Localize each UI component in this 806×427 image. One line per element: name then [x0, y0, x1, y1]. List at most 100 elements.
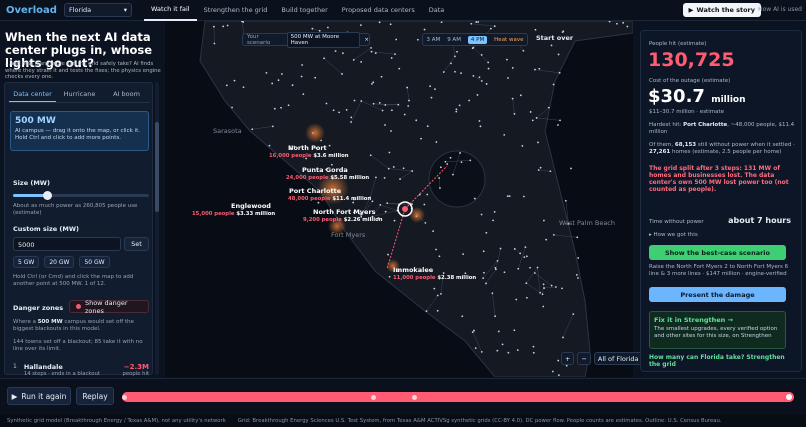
tab-ai-boom[interactable]: AI boom — [103, 87, 150, 102]
danger-zones-label: Danger zones — [13, 304, 64, 312]
substation-node — [487, 67, 490, 70]
zoom-in-button[interactable]: + — [561, 352, 575, 365]
substation-node — [493, 210, 496, 213]
substation-node — [557, 359, 560, 362]
scenario-value[interactable]: 500 MW at Moore Haven — [286, 31, 361, 48]
substation-node — [374, 52, 377, 55]
timeline-step-marker[interactable] — [412, 395, 417, 400]
set-button[interactable]: Set — [124, 237, 149, 251]
substation-node — [533, 272, 536, 274]
substation-node — [360, 61, 363, 63]
left-panel: When the next AI data center plugs in, w… — [0, 21, 165, 377]
close-icon[interactable]: × — [364, 37, 369, 43]
how-ai-used-link[interactable]: How AI is used — [758, 6, 802, 13]
tab-watch-it-fail[interactable]: Watch it fail — [144, 0, 197, 21]
brand-logo[interactable]: Overload — [6, 5, 57, 16]
substation-node — [444, 160, 447, 163]
left-scrollbar[interactable] — [155, 82, 159, 375]
how-we-got-this-toggle[interactable]: ▸ How we got this — [649, 232, 698, 238]
substation-node — [557, 374, 560, 377]
substation-node — [280, 106, 282, 109]
tab-data-center[interactable]: Data center — [9, 87, 56, 102]
substation-node — [557, 124, 559, 126]
substation-node — [496, 349, 499, 352]
start-over-button[interactable]: Start over — [536, 34, 573, 42]
substation-node — [557, 53, 560, 56]
play-icon: ▶ — [688, 6, 694, 14]
substation-node — [575, 274, 578, 276]
substation-node — [311, 27, 314, 30]
timeline-step-marker[interactable] — [122, 395, 127, 400]
substation-node — [545, 238, 548, 241]
scenario-bar: Your scenario 500 MW at Moore Haven × — [242, 31, 370, 48]
preset-50gw[interactable]: 50 GW — [79, 256, 110, 268]
substation-node — [407, 105, 410, 107]
substation-node — [378, 21, 381, 24]
all-of-florida-button[interactable]: All of Florida — [593, 352, 643, 365]
substation-node — [406, 86, 409, 89]
substation-node — [370, 46, 372, 49]
timeline-track[interactable] — [122, 392, 794, 402]
tab-build-together[interactable]: Build together — [274, 0, 334, 21]
timeline-handle[interactable] — [784, 392, 794, 402]
time-3am[interactable]: 3 AM — [426, 37, 440, 43]
tab-proposed-data-centers[interactable]: Proposed data centers — [335, 0, 422, 21]
time-9am[interactable]: 9 AM — [447, 37, 461, 43]
substation-node — [531, 119, 534, 122]
run-again-button[interactable]: ▶ Run it again — [7, 387, 71, 405]
tab-hurricane[interactable]: Hurricane — [56, 87, 103, 102]
substation-node — [440, 21, 443, 24]
substation-node — [542, 283, 545, 286]
size-slider-handle[interactable] — [43, 191, 52, 200]
substation-node — [535, 117, 538, 119]
substation-node — [350, 121, 352, 123]
substation-node — [384, 124, 386, 126]
footer-credits: Grid: Breakthrough Energy Sciences U.S. … — [237, 417, 722, 424]
grid-map[interactable]: North Port 16,000 people $3.6 million Pu… — [165, 21, 633, 377]
tab-data[interactable]: Data — [422, 0, 452, 21]
tab-strengthen[interactable]: Strengthen the grid — [197, 0, 275, 21]
substation-node — [492, 219, 494, 222]
best-case-button[interactable]: Show the best-case scenario — [649, 245, 786, 260]
substation-node — [519, 94, 522, 97]
cost-label: Cost of the outage (estimate) — [649, 78, 731, 84]
substation-node — [394, 53, 396, 56]
outage-glow — [305, 123, 325, 143]
present-damage-button[interactable]: Present the damage — [649, 287, 786, 302]
left-scrollbar-thumb[interactable] — [155, 122, 159, 212]
replay-button[interactable]: Replay — [76, 387, 114, 405]
size-slider[interactable] — [13, 191, 149, 200]
substation-node — [503, 134, 506, 136]
substation-node — [371, 200, 374, 203]
substation-node — [390, 130, 392, 132]
list-item[interactable]: 1 Hallandale 14 steps · ends in a blacko… — [13, 363, 149, 377]
substation-node — [538, 67, 541, 70]
data-center-token[interactable]: 500 MW AI campus — drag it onto the map,… — [10, 111, 149, 151]
fix-title: Fix it in Strengthen → — [654, 316, 734, 324]
time-heat-wave[interactable]: Heat wave — [494, 37, 523, 43]
preset-5gw[interactable]: 5 GW — [13, 256, 40, 268]
how-many-link[interactable]: How many can Florida take? Strengthen th… — [649, 354, 795, 368]
substation-node — [384, 210, 387, 213]
city-label: Punta Gorda — [302, 166, 348, 174]
zoom-out-button[interactable]: − — [577, 352, 591, 365]
city-stats: 16,000 people $3.6 million — [269, 153, 349, 159]
substation-node — [442, 272, 445, 274]
substation-node — [325, 102, 328, 105]
map-canvas[interactable] — [165, 21, 633, 377]
substation-node — [381, 109, 384, 112]
show-danger-zones-button[interactable]: Show danger zones — [69, 299, 149, 315]
substation-node — [485, 83, 488, 85]
time-4pm[interactable]: 4 PM — [467, 35, 488, 44]
substation-node — [480, 80, 483, 82]
fix-in-strengthen-card[interactable]: Fix it in Strengthen → The smallest upgr… — [649, 311, 786, 349]
substation-node — [464, 272, 467, 275]
substation-node — [485, 231, 488, 234]
substation-node — [416, 38, 419, 41]
timeline-step-marker[interactable] — [371, 395, 376, 400]
custom-size-input[interactable]: 5000 — [13, 237, 121, 251]
preset-20gw[interactable]: 20 GW — [44, 256, 75, 268]
watch-story-button[interactable]: ▶ Watch the story — [682, 3, 761, 17]
substation-node — [480, 350, 483, 353]
state-select[interactable]: Florida ▾ — [64, 3, 132, 17]
